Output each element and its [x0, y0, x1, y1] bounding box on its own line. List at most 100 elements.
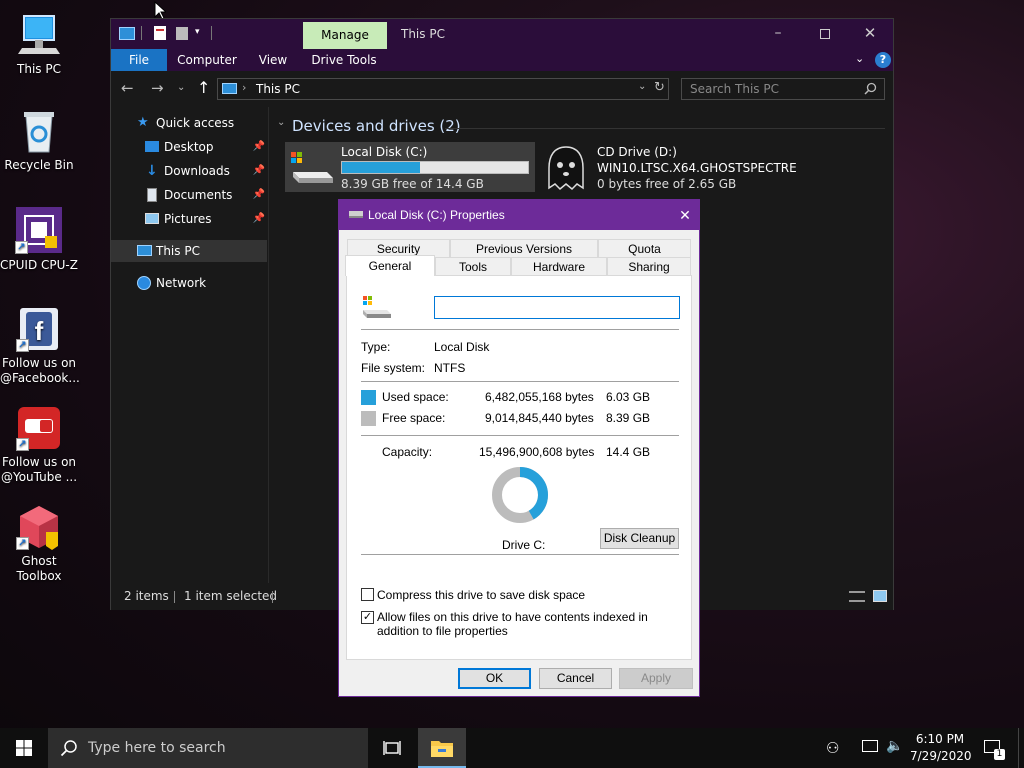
computer-small-icon[interactable] — [119, 27, 135, 40]
taskbar-search-placeholder: Type here to search — [88, 740, 226, 756]
help-icon[interactable]: ? — [875, 52, 891, 68]
youtube-icon: ↗ — [16, 405, 62, 451]
manage-tab[interactable]: Manage — [303, 22, 387, 49]
expand-ribbon-icon[interactable]: ⌄ — [855, 52, 864, 65]
nav-downloads[interactable]: ↓ Downloads 📌 — [111, 160, 267, 182]
capacity-label: Capacity: — [382, 445, 433, 459]
task-view-icon — [383, 741, 401, 755]
recent-locations-icon[interactable]: ⌄ — [177, 82, 185, 93]
separator — [361, 554, 679, 555]
dialog-close-button[interactable]: ✕ — [671, 200, 699, 230]
desktop-icon-cpuz[interactable]: ↗ CPUID CPU-Z — [0, 206, 78, 273]
desktop-icon-label: CPUID CPU-Z — [0, 258, 78, 272]
search-placeholder: Search This PC — [690, 82, 779, 96]
ok-button[interactable]: OK — [458, 668, 531, 689]
type-label: Type: — [361, 340, 391, 354]
nav-documents[interactable]: Documents 📌 — [111, 184, 267, 206]
capacity-gb: 14.4 GB — [606, 445, 651, 459]
type-value: Local Disk — [434, 340, 490, 354]
apply-button[interactable]: Apply — [619, 668, 693, 689]
free-space-label: Free space: — [382, 411, 446, 425]
ribbon-tab-view[interactable]: View — [251, 49, 295, 71]
up-button[interactable]: ↑ — [197, 78, 210, 97]
desktop-icon-ghost-toolbox[interactable]: ↗ Ghost Toolbox — [0, 504, 78, 584]
close-button[interactable]: ✕ — [847, 19, 893, 49]
maximize-button[interactable] — [801, 19, 847, 49]
document-icon — [147, 188, 157, 202]
properties-icon[interactable] — [154, 26, 166, 40]
navigation-pane: ★ Quick access Desktop 📌 ↓ Downloads 📌 D… — [111, 107, 269, 583]
nav-desktop[interactable]: Desktop 📌 — [111, 136, 267, 158]
nav-this-pc[interactable]: This PC — [111, 240, 267, 262]
nav-pictures[interactable]: Pictures 📌 — [111, 208, 267, 230]
hard-drive-icon — [289, 150, 335, 187]
ribbon-tab-file[interactable]: File — [111, 49, 167, 71]
desktop-icon-recycle-bin[interactable]: Recycle Bin — [0, 108, 78, 173]
cancel-button[interactable]: Cancel — [539, 668, 612, 689]
taskbar-search-box[interactable]: Type here to search — [48, 728, 368, 768]
download-arrow-icon: ↓ — [146, 163, 158, 179]
tab-sharing[interactable]: Sharing — [607, 257, 691, 275]
drive-d-tile[interactable]: CD Drive (D:) WIN10.LTSC.X64.GHOSTSPECTR… — [541, 142, 797, 192]
free-space-gb: 8.39 GB — [606, 411, 651, 425]
ribbon-tab-computer[interactable]: Computer — [171, 49, 243, 71]
network-tray-icon[interactable] — [862, 740, 878, 752]
desktop-icon-label: This PC — [17, 62, 61, 76]
index-checkbox[interactable]: ✓ — [361, 611, 374, 624]
people-icon[interactable]: ⚇ — [826, 739, 839, 757]
start-button[interactable] — [0, 728, 48, 768]
minimize-button[interactable]: – — [755, 19, 801, 49]
large-icons-view-icon[interactable] — [873, 590, 887, 602]
facebook-icon: f ↗ — [16, 306, 62, 352]
compress-checkbox[interactable] — [361, 588, 374, 601]
tab-quota[interactable]: Quota — [598, 239, 691, 257]
drive-usage-donut — [492, 467, 548, 523]
disk-cleanup-button[interactable]: Disk Cleanup — [600, 528, 679, 549]
ribbon-tab-drive-tools[interactable]: Drive Tools — [307, 49, 381, 71]
refresh-icon[interactable]: ↻ — [654, 80, 665, 95]
details-view-icon[interactable] — [849, 591, 865, 602]
nav-quick-access[interactable]: ★ Quick access — [111, 112, 267, 134]
desktop-folder-icon — [145, 141, 159, 152]
desktop-icon-this-pc[interactable]: This PC — [0, 12, 78, 77]
capacity-bytes: 15,496,900,608 bytes — [479, 445, 595, 459]
nav-network[interactable]: Network — [111, 272, 267, 294]
address-dropdown-icon[interactable]: ⌄ — [638, 81, 646, 92]
dialog-title-bar[interactable]: Local Disk (C:) Properties ✕ — [339, 200, 699, 230]
notification-count-badge: 1 — [994, 749, 1005, 760]
desktop-icon-youtube[interactable]: ↗ Follow us on @YouTube ... — [0, 405, 78, 485]
desktop-icon-facebook[interactable]: f ↗ Follow us on @Facebook... — [0, 306, 80, 386]
separator — [361, 381, 679, 382]
tab-previous-versions[interactable]: Previous Versions — [450, 239, 598, 257]
show-desktop-button[interactable] — [1018, 728, 1024, 768]
window-title: This PC — [401, 27, 445, 41]
clock[interactable]: 6:10 PM 7/29/2020 — [910, 731, 972, 765]
shortcut-arrow-icon: ↗ — [16, 438, 29, 451]
forward-button[interactable]: → — [151, 79, 164, 97]
customize-toolbar-icon[interactable]: ▾ — [195, 27, 200, 37]
index-label: Allow files on this drive to have conten… — [377, 610, 648, 638]
taskbar-file-explorer[interactable] — [418, 728, 466, 768]
folder-icon — [431, 741, 453, 757]
free-space-bytes: 9,014,845,440 bytes — [485, 411, 594, 425]
tab-tools[interactable]: Tools — [435, 257, 511, 275]
drive-name-input[interactable] — [434, 296, 680, 319]
tab-general[interactable]: General — [345, 255, 435, 276]
address-text: This PC — [256, 82, 300, 96]
tab-hardware[interactable]: Hardware — [511, 257, 607, 275]
explorer-title-bar[interactable]: ▾ Manage This PC – ✕ — [111, 19, 893, 49]
picture-icon — [145, 213, 159, 224]
back-button[interactable]: ← — [121, 79, 134, 97]
task-view-button[interactable] — [370, 728, 414, 768]
filesystem-value: NTFS — [434, 361, 466, 375]
drive-c-tile[interactable]: Local Disk (C:) 8.39 GB free of 14.4 GB — [285, 142, 535, 192]
ribbon-tabs: File Computer View Drive Tools ⌄ ? — [111, 49, 893, 71]
collapse-chevron-icon[interactable]: ⌄ — [277, 117, 285, 128]
volume-icon[interactable]: 🔈 — [886, 738, 903, 754]
address-bar[interactable]: › This PC ⌄ ↻ — [217, 78, 669, 100]
drive-usage-fill — [342, 162, 421, 173]
search-box[interactable]: Search This PC — [681, 78, 885, 100]
new-folder-icon[interactable] — [176, 27, 188, 40]
drive-letter-label: Drive C: — [502, 538, 546, 552]
used-space-gb: 6.03 GB — [606, 390, 651, 404]
